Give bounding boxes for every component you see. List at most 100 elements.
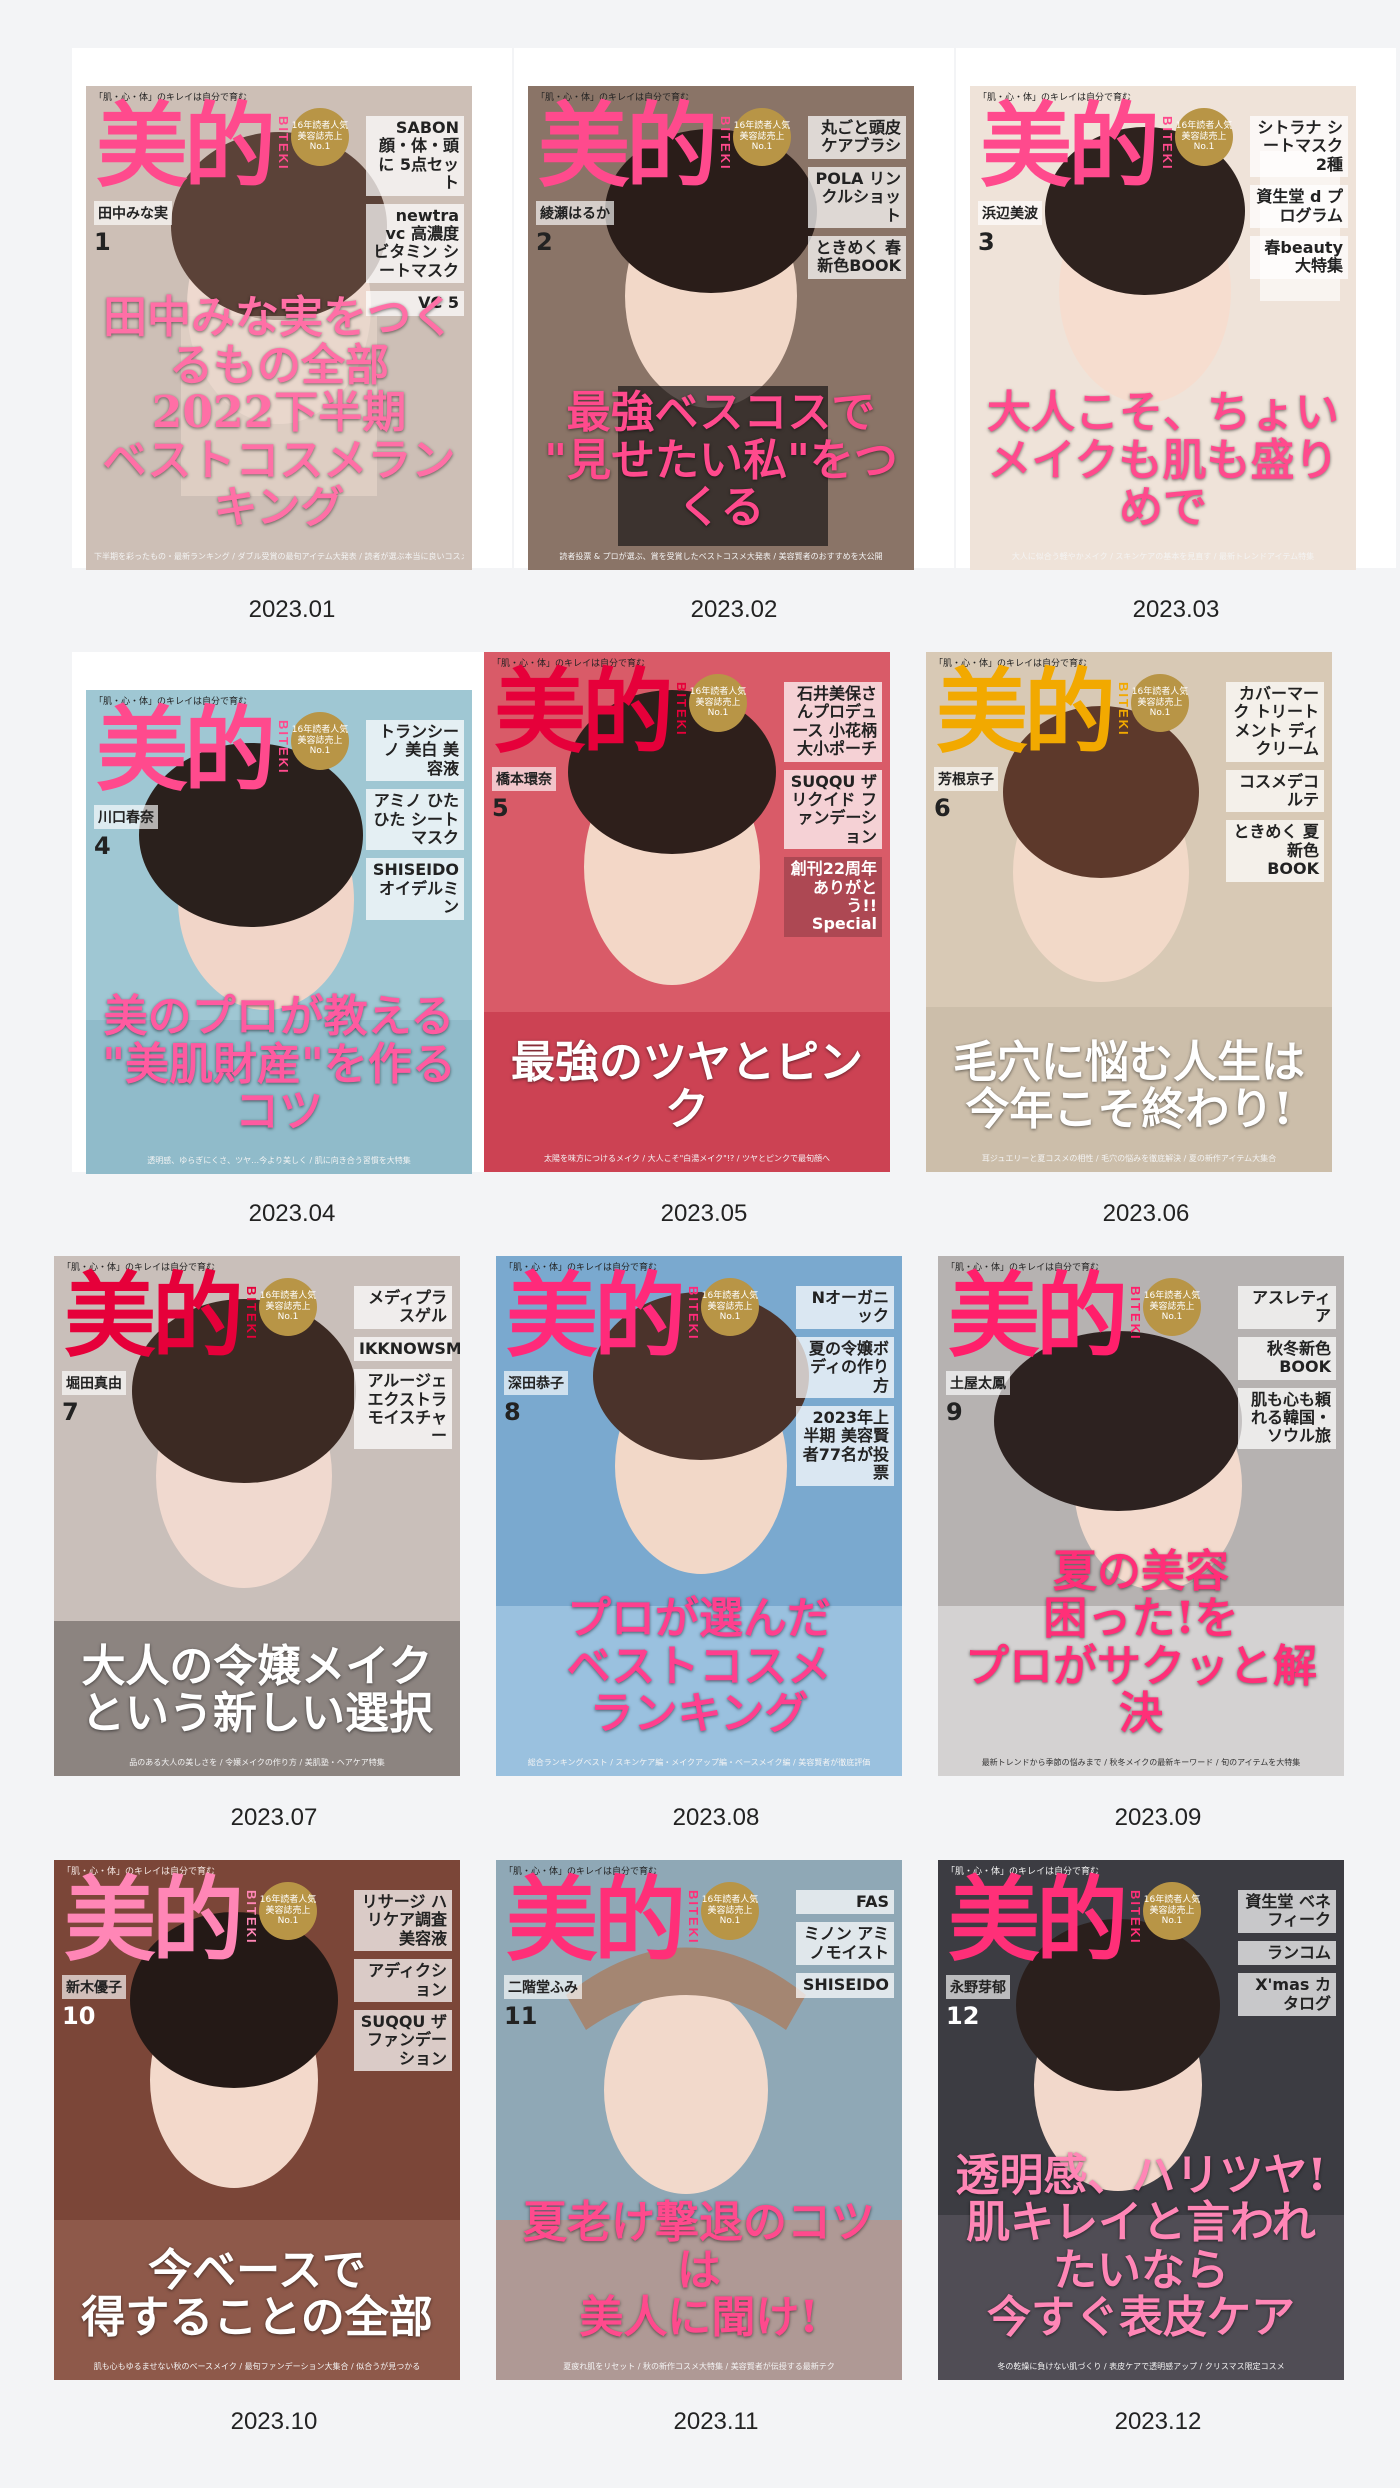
cover-side-item: コスメデコルテ [1226,769,1324,813]
magazine-cover[interactable]: 「肌・心・体」のキレイは自分で育む 美的 BITEKI 16年読者人気 美容誌売… [496,1256,902,1776]
cover-side-column: Nオーガニック 夏の令嬢ボディの作り方 2023年上半期 美容賢者77名が投票 [796,1286,894,1494]
cover-side-column: メディプラスゲル IKKNOWSMOI アルージェ エクストラモイスチャー [354,1286,460,1457]
gallery-card[interactable]: 「肌・心・体」のキレイは自分で育む 美的 BITEKI 16年読者人気 美容誌売… [926,652,1366,1232]
cover-badge-text: 16年読者人気 美容誌売上 No.1 [1131,687,1189,719]
gallery-card[interactable]: 「肌・心・体」のキレイは自分で育む 美的 BITEKI 16年読者人気 美容誌売… [484,652,924,1232]
cover-badge: 16年読者人気 美容誌売上 No.1 [1175,108,1233,166]
cover-star-name: 二階堂ふみ [504,1975,582,1999]
cover-badge-text: 16年読者人気 美容誌売上 No.1 [701,1895,759,1927]
gallery-card[interactable]: 「肌・心・体」のキレイは自分で育む 美的 BITEKI 16年読者人気 美容誌売… [938,1860,1378,2440]
cover-side-item: アディクション [354,1959,452,2002]
cover-side-item: リサージ ハリケア調査美容液 [354,1890,452,1952]
gallery-card[interactable]: 「肌・心・体」のキレイは自分で育む 美的 BITEKI 16年読者人気 美容誌売… [54,1860,494,2440]
cover-logo-sub: BITEKI [674,682,689,737]
gallery-card[interactable]: 「肌・心・体」のキレイは自分で育む 美的 BITEKI 16年読者人気 美容誌売… [956,48,1396,628]
magazine-cover[interactable]: 「肌・心・体」のキレイは自分で育む 美的 BITEKI 16年読者人気 美容誌売… [938,1256,1344,1776]
cover-headline: 大人こそ、ちょい メイクも肌も盛りめで [987,387,1339,534]
gallery-card[interactable]: 「肌・心・体」のキレイは自分で育む 美的 BITEKI 16年読者人気 美容誌売… [496,1860,936,2440]
cover-date-caption: 2023.11 [673,2408,759,2435]
cover-side-column: カバーマーク トリートメント ディクリーム コスメデコルテ ときめく 夏新色 B… [1226,682,1324,890]
cover-footer-text: 下半期を彩ったもの・最新ランキング / ダブル受賞の最旬アイテム大発表 / 読者… [94,552,464,561]
cover-footer-text: 最新トレンドから季節の悩みまで / 秋冬メイクの最新キーワード / 旬のアイテム… [981,1758,1301,1767]
cover-side-column: アスレティア 秋冬新色 BOOK 肌も心も頼れる韓国・ソウル旅 [1238,1286,1336,1457]
cover-side-item: ランコム [1238,1940,1336,1966]
magazine-cover[interactable]: 「肌・心・体」のキレイは自分で育む 美的 BITEKI 16年読者人気 美容誌売… [970,86,1356,570]
cover-headline: 田中みな実をつくるもの全部 2022下半期 ベストコスメランキング [102,292,456,534]
gallery-card[interactable]: 「肌・心・体」のキレイは自分で育む 美的 BITEKI 16年読者人気 美容誌売… [72,48,512,628]
gallery-card[interactable]: 「肌・心・体」のキレイは自分で育む 美的 BITEKI 16年読者人気 美容誌売… [938,1256,1378,1836]
magazine-cover[interactable]: 「肌・心・体」のキレイは自分で育む 美的 BITEKI 16年読者人気 美容誌売… [86,86,472,570]
cover-badge-text: 16年読者人気 美容誌売上 No.1 [701,1291,759,1323]
cover-footer-text: 太陽を味方につけるメイク / 大人こそ"白湯メイク"!? / ツヤとピンクで最旬… [543,1154,831,1163]
magazine-cover[interactable]: 「肌・心・体」のキレイは自分で育む 美的 BITEKI 16年読者人気 美容誌売… [938,1860,1344,2380]
cover-side-item: 丸ごと頭皮 ケアブラシ [808,116,906,159]
cover-star-name: 土屋太鳳 [946,1371,1010,1395]
magazine-cover[interactable]: 「肌・心・体」のキレイは自分で育む 美的 BITEKI 16年読者人気 美容誌売… [496,1860,902,2380]
cover-badge: 16年読者人気 美容誌売上 No.1 [733,108,791,166]
cover-issue-number: 8 [504,1398,521,1426]
cover-side-column: 丸ごと頭皮 ケアブラシ POLA リンクルショット ときめく 春新色BOOK [808,116,906,287]
cover-star-name: 浜辺美波 [978,201,1042,225]
magazine-cover[interactable]: 「肌・心・体」のキレイは自分で育む 美的 BITEKI 16年読者人気 美容誌売… [54,1256,460,1776]
cover-logo-sub: BITEKI [1160,116,1175,171]
cover-side-item: 創刊22周年 ありがとう!! Special [784,857,882,937]
cover-logo-sub: BITEKI [1116,682,1131,737]
cover-side-item: 肌も心も頼れる韓国・ソウル旅 [1238,1387,1336,1449]
cover-badge-text: 16年読者人気 美容誌売上 No.1 [259,1895,317,1927]
cover-headline: 透明感、ハリツヤ! 肌キレイと言われたいなら 今すぐ表皮ケア [955,2149,1327,2344]
cover-logo-sub: BITEKI [1128,1286,1143,1341]
magazine-cover[interactable]: 「肌・心・体」のキレイは自分で育む 美的 BITEKI 16年読者人気 美容誌売… [484,652,890,1172]
cover-side-item: X'mas カタログ [1238,1973,1336,2016]
cover-star-name: 新木優子 [62,1975,126,1999]
cover-logo: 美的 [494,658,674,766]
cover-logo-sub: BITEKI [244,1890,259,1945]
cover-logo: 美的 [96,92,276,200]
cover-date-caption: 2023.03 [1132,596,1220,623]
cover-headline: 今ベースで 得することの全部 [81,2244,433,2344]
cover-issue-number: 5 [492,794,509,822]
cover-side-item: 2023年上半期 美容賢者77名が投票 [796,1405,894,1486]
magazine-cover[interactable]: 「肌・心・体」のキレイは自分で育む 美的 BITEKI 16年読者人気 美容誌売… [54,1860,460,2380]
gallery-card[interactable]: 「肌・心・体」のキレイは自分で育む 美的 BITEKI 16年読者人気 美容誌売… [54,1256,494,1836]
cover-badge-text: 16年読者人気 美容誌売上 No.1 [1175,121,1233,153]
cover-side-item: 資生堂 d プログラム [1250,185,1348,228]
cover-side-item: SHISEIDO [796,1973,894,1998]
cover-star-name: 川口春奈 [94,805,158,829]
cover-side-item: アルージェ エクストラモイスチャー [354,1369,452,1449]
cover-logo: 美的 [948,1866,1128,1974]
cover-headline: 夏老け撃退のコツは 美人に聞け! [523,2197,875,2344]
cover-issue-number: 3 [978,228,995,256]
cover-side-item: ときめく 夏新色 BOOK [1226,820,1324,882]
gallery-card[interactable]: 「肌・心・体」のキレイは自分で育む 美的 BITEKI 16年読者人気 美容誌売… [496,1256,936,1836]
cover-badge-text: 16年読者人気 美容誌売上 No.1 [291,725,349,757]
cover-headline: プロが選んだ ベストコスメ ランキング [566,1593,832,1740]
cover-side-column: 資生堂 ベネフィーク ランコム X'mas カタログ [1238,1890,1336,2024]
cover-date-caption: 2023.12 [1114,2408,1202,2435]
cover-logo: 美的 [96,696,276,804]
magazine-cover[interactable]: 「肌・心・体」のキレイは自分で育む 美的 BITEKI 16年読者人気 美容誌売… [528,86,914,570]
cover-side-item: アスレティア [1238,1286,1336,1329]
cover-badge-text: 16年読者人気 美容誌売上 No.1 [689,687,747,719]
cover-logo: 美的 [538,92,718,200]
magazine-cover[interactable]: 「肌・心・体」のキレイは自分で育む 美的 BITEKI 16年読者人気 美容誌売… [86,690,472,1174]
cover-logo-sub: BITEKI [718,116,733,171]
gallery-card[interactable]: 「肌・心・体」のキレイは自分で育む 美的 BITEKI 16年読者人気 美容誌売… [514,48,954,628]
cover-headline: 美のプロが教える "美肌財産"を作るコツ [102,991,456,1138]
cover-badge-text: 16年読者人気 美容誌売上 No.1 [291,121,349,153]
cover-side-item: トランシーノ 美白 美容液 [366,720,464,782]
cover-star-name: 深田恭子 [504,1371,568,1395]
cover-star-name: 堀田真由 [62,1371,126,1395]
cover-star-name: 綾瀬はるか [536,201,614,225]
cover-footer-text: 耳ジュエリーと夏コスメの相性 / 毛穴の悩みを徹底解決 / 夏の新作アイテム大集… [981,1154,1277,1163]
magazine-cover[interactable]: 「肌・心・体」のキレイは自分で育む 美的 BITEKI 16年読者人気 美容誌売… [926,652,1332,1172]
gallery-card[interactable]: 「肌・心・体」のキレイは自分で育む 美的 BITEKI 16年読者人気 美容誌売… [72,652,512,1232]
cover-star-name: 橋本環奈 [492,767,556,791]
cover-logo: 美的 [948,1262,1128,1370]
cover-side-column: リサージ ハリケア調査美容液 アディクション SUQQU ザ ファンデーション [354,1890,452,2079]
cover-side-item: POLA リンクルショット [808,166,906,228]
cover-badge-text: 16年読者人気 美容誌売上 No.1 [1143,1291,1201,1323]
cover-date-caption: 2023.04 [248,1200,336,1227]
cover-headline: 夏の美容 困った!を プロがサクッと解決 [965,1545,1317,1740]
cover-logo-sub: BITEKI [276,720,291,775]
cover-side-column: シトラナ シートマスク 2種 資生堂 d プログラム 春beauty大特集 [1250,116,1348,287]
